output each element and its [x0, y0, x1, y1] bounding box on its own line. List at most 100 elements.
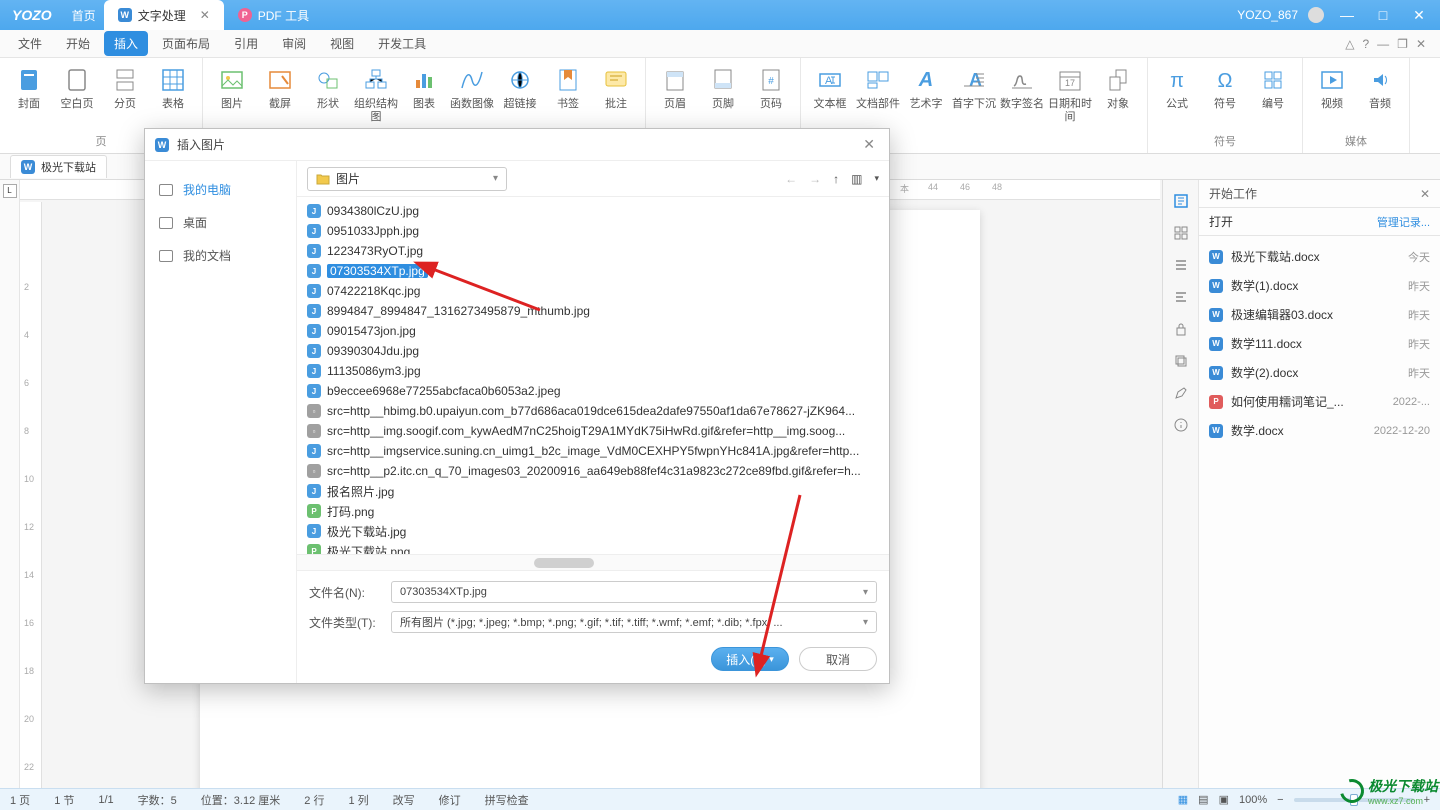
file-list-item[interactable]: J0951033Jpph.jpg: [297, 221, 889, 241]
chevron-down-icon[interactable]: ▾: [863, 587, 868, 598]
ribbon-wordart-button[interactable]: A艺术字: [903, 62, 949, 147]
status-line[interactable]: 2 行: [304, 792, 324, 808]
filename-input[interactable]: 07303534XTp.jpg ▾: [391, 581, 877, 603]
filetype-dropdown[interactable]: 所有图片 (*.jpg; *.jpeg; *.bmp; *.png; *.gif…: [391, 611, 877, 633]
status-words[interactable]: 字数：5: [138, 792, 177, 808]
zoom-out-icon[interactable]: −: [1277, 794, 1283, 806]
file-list-item[interactable]: J极光下载站.jpg: [297, 521, 889, 541]
cancel-button[interactable]: 取消: [799, 647, 877, 671]
sidebar-icon-info[interactable]: [1172, 416, 1190, 434]
view-mode-icon[interactable]: ▦: [1178, 793, 1188, 806]
vertical-ruler[interactable]: 24681012141618202224: [20, 202, 42, 788]
user-name[interactable]: YOZO_867: [1237, 8, 1298, 22]
app-tab-word[interactable]: W 文字处理 ✕: [104, 0, 224, 30]
help-icon[interactable]: ?: [1362, 37, 1369, 51]
app-tab-pdf[interactable]: P PDF 工具: [224, 0, 323, 30]
menu-view[interactable]: 视图: [320, 31, 364, 56]
window-close-icon[interactable]: ✕: [1406, 7, 1432, 24]
manage-records-link[interactable]: 管理记录...: [1377, 214, 1430, 230]
ribbon-dropcap-button[interactable]: A首字下沉: [951, 62, 997, 147]
file-list-item[interactable]: J1223473RyOT.jpg: [297, 241, 889, 261]
file-list-item[interactable]: ▫src=http__hbimg.b0.upaiyun.com_b77d686a…: [297, 401, 889, 421]
sidebar-icon-text[interactable]: [1172, 288, 1190, 306]
file-list-item[interactable]: P极光下载站.png: [297, 541, 889, 554]
ribbon-number-button[interactable]: 编号: [1250, 62, 1296, 131]
recent-file-item[interactable]: W极速编辑器03.docx昨天: [1199, 300, 1440, 329]
status-section[interactable]: 1 节: [54, 792, 74, 808]
sidebar-icon-lock[interactable]: [1172, 320, 1190, 338]
sidebar-icon-edit[interactable]: [1172, 384, 1190, 402]
window-minimize-icon[interactable]: —: [1334, 7, 1360, 23]
file-list-item[interactable]: J07303534XTp.jpg: [297, 261, 889, 281]
file-list-item[interactable]: ▫src=http__img.soogif.com_kywAedM7nC25ho…: [297, 421, 889, 441]
status-spellcheck[interactable]: 拼写检查: [485, 792, 529, 808]
file-list-item[interactable]: P打码.png: [297, 501, 889, 521]
file-list-item[interactable]: ▫src=http__p2.itc.cn_q_70_images03_20200…: [297, 461, 889, 481]
status-column[interactable]: 1 列: [348, 792, 368, 808]
file-list-item[interactable]: J报名照片.jpg: [297, 481, 889, 501]
nav-up-icon[interactable]: ↑: [833, 172, 839, 186]
dialog-titlebar[interactable]: W 插入图片 ✕: [145, 129, 889, 161]
view-mode-icon[interactable]: ▤: [1198, 793, 1208, 806]
menu-review[interactable]: 审阅: [272, 31, 316, 56]
insert-button[interactable]: 插入(S) ▾: [711, 647, 789, 671]
ribbon-video-button[interactable]: 视频: [1309, 62, 1355, 131]
view-mode-icon[interactable]: ▣: [1219, 793, 1229, 806]
tab-marker[interactable]: L: [3, 184, 17, 198]
file-list-item[interactable]: J09015473jon.jpg: [297, 321, 889, 341]
doc-close-icon[interactable]: ✕: [1416, 37, 1426, 51]
view-mode-icon[interactable]: ▥: [851, 172, 862, 186]
dialog-nav-item[interactable]: 我的文档: [145, 239, 296, 272]
recent-file-item[interactable]: W数学(2).docx昨天: [1199, 358, 1440, 387]
home-tab[interactable]: 首页: [64, 7, 104, 24]
ribbon-blank-button[interactable]: 空白页: [54, 62, 100, 131]
status-page[interactable]: 1 页: [10, 792, 30, 808]
ribbon-break-button[interactable]: 分页: [102, 62, 148, 131]
recent-file-item[interactable]: P如何使用糯词笔记_...2022-...: [1199, 387, 1440, 416]
menu-devtools[interactable]: 开发工具: [368, 31, 436, 56]
recent-file-item[interactable]: W数学(1).docx昨天: [1199, 271, 1440, 300]
status-position[interactable]: 1/1: [98, 794, 113, 806]
ribbon-audio-button[interactable]: 音频: [1357, 62, 1403, 131]
status-revision[interactable]: 修订: [439, 792, 461, 808]
menu-file[interactable]: 文件: [8, 31, 52, 56]
sidebar-close-icon[interactable]: ✕: [1420, 187, 1430, 201]
menu-home[interactable]: 开始: [56, 31, 100, 56]
tab-close-icon[interactable]: ✕: [200, 8, 210, 22]
document-tab[interactable]: W 极光下载站: [10, 155, 107, 178]
menu-insert[interactable]: 插入: [104, 31, 148, 56]
ribbon-collapse-icon[interactable]: △: [1345, 37, 1354, 51]
folder-dropdown[interactable]: 图片 ▾: [307, 167, 507, 191]
menu-layout[interactable]: 页面布局: [152, 31, 220, 56]
file-list-item[interactable]: J0934380lCzU.jpg: [297, 201, 889, 221]
dialog-close-icon[interactable]: ✕: [859, 136, 879, 153]
chevron-down-icon[interactable]: ▾: [863, 617, 868, 628]
ribbon-pi-button[interactable]: π公式: [1154, 62, 1200, 131]
doc-restore-icon[interactable]: ❐: [1397, 37, 1408, 51]
recent-file-item[interactable]: W极光下载站.docx今天: [1199, 242, 1440, 271]
status-location[interactable]: 位置：3.12 厘米: [201, 792, 280, 808]
file-list-item[interactable]: J8994847_8994847_1316273495879_mthumb.jp…: [297, 301, 889, 321]
menu-reference[interactable]: 引用: [224, 31, 268, 56]
zoom-level[interactable]: 100%: [1239, 794, 1267, 806]
ribbon-table-button[interactable]: 表格: [150, 62, 196, 131]
doc-minimize-icon[interactable]: —: [1377, 37, 1389, 51]
horizontal-scrollbar[interactable]: [297, 554, 889, 570]
file-list-item[interactable]: J07422218Kqc.jpg: [297, 281, 889, 301]
sidebar-icon-grid[interactable]: [1172, 224, 1190, 242]
ribbon-omega-button[interactable]: Ω符号: [1202, 62, 1248, 131]
sidebar-icon-list[interactable]: [1172, 256, 1190, 274]
sidebar-icon-home[interactable]: [1172, 192, 1190, 210]
chevron-down-icon[interactable]: ▾: [874, 173, 879, 184]
recent-file-item[interactable]: W数学111.docx昨天: [1199, 329, 1440, 358]
ribbon-sign-button[interactable]: 数字签名: [999, 62, 1045, 147]
user-avatar[interactable]: [1308, 7, 1324, 23]
window-maximize-icon[interactable]: □: [1370, 7, 1396, 23]
file-list[interactable]: J0934380lCzU.jpgJ0951033Jpph.jpgJ1223473…: [297, 197, 889, 554]
ribbon-datetime-button[interactable]: 17日期和时间: [1047, 62, 1093, 147]
ribbon-object-button[interactable]: 对象: [1095, 62, 1141, 147]
ribbon-page-button[interactable]: 封面: [6, 62, 52, 131]
file-list-item[interactable]: Jsrc=http__imgservice.suning.cn_uimg1_b2…: [297, 441, 889, 461]
file-list-item[interactable]: Jb9eccee6968e77255abcfaca0b6053a2.jpeg: [297, 381, 889, 401]
file-list-item[interactable]: J11135086ym3.jpg: [297, 361, 889, 381]
